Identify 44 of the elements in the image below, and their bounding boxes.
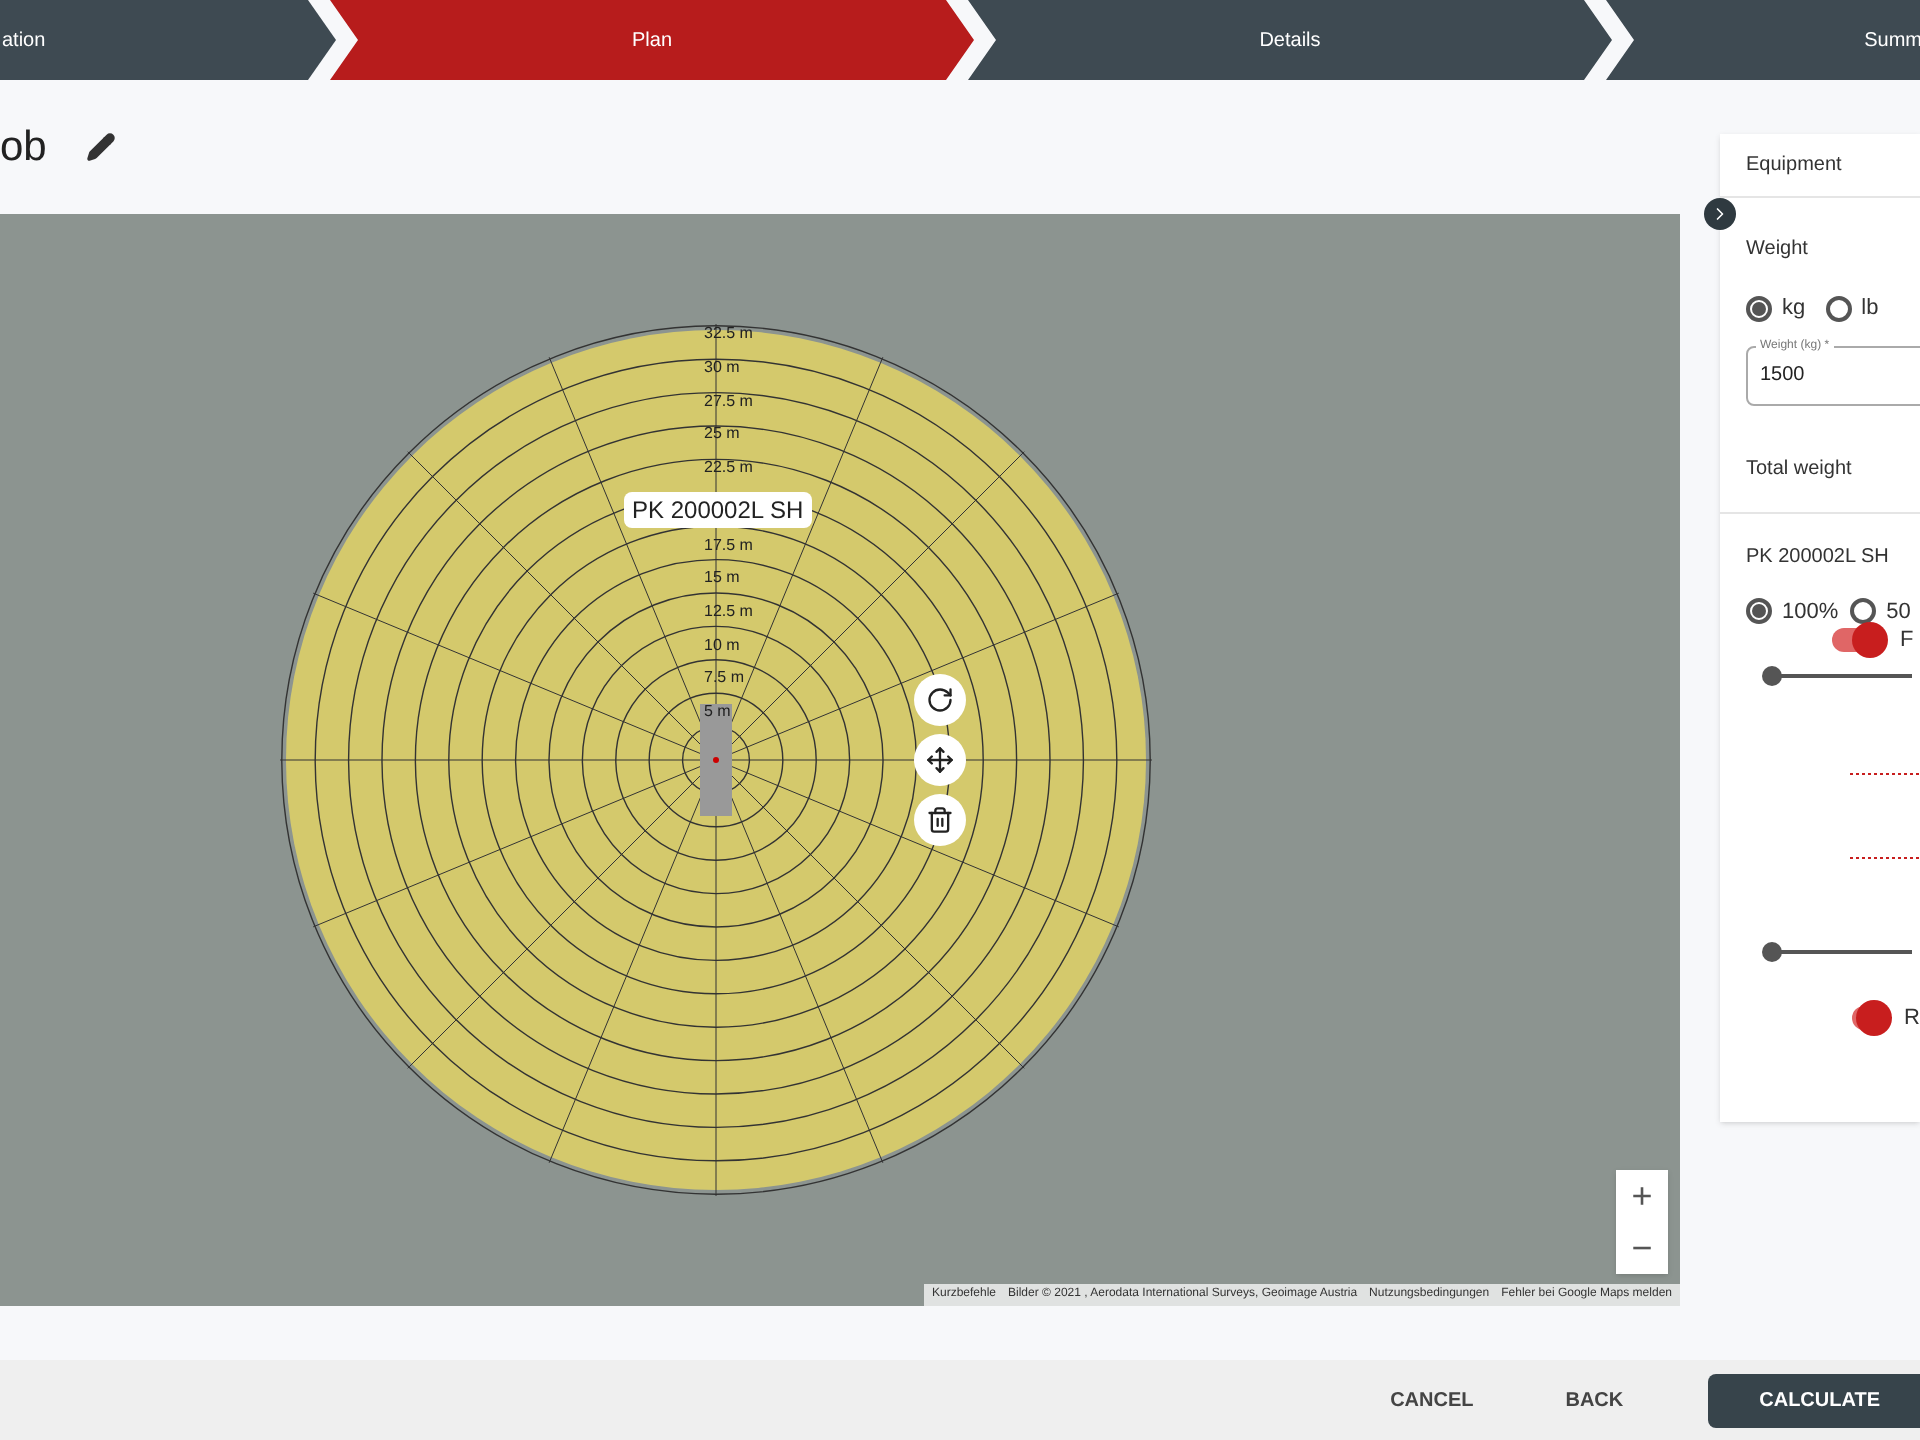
job-title: ob [0, 121, 47, 174]
distance-label: 17.5 m [704, 537, 753, 553]
distance-label: 10 m [704, 637, 740, 654]
total-weight-label: Total weight [1746, 455, 1854, 483]
radio-label: kg [1782, 294, 1806, 324]
slider-thumb[interactable] [1762, 665, 1782, 685]
distance-label: 32.5 m [704, 326, 753, 343]
move-icon [926, 746, 954, 774]
toggle-label: F [1900, 626, 1914, 656]
radio-label: 100% [1782, 597, 1839, 627]
distance-label: 12.5 m [704, 603, 753, 620]
step-tab[interactable]: Summ [1606, 0, 1920, 80]
distance-label: 30 m [704, 359, 740, 376]
radio-button[interactable] [1746, 598, 1772, 625]
zoom-out-button[interactable]: − [1616, 1222, 1668, 1274]
distance-label: 7.5 m [704, 670, 745, 687]
step-tab[interactable]: Details [968, 0, 1612, 80]
radio-label: 50 [1886, 597, 1911, 627]
calculate-button[interactable]: CALCULATE [1707, 1373, 1920, 1427]
footer-button[interactable]: BACK [1557, 1385, 1632, 1415]
step-tab[interactable]: ation [0, 0, 336, 80]
zoom-in-button[interactable]: + [1616, 1170, 1668, 1222]
slider-thumb[interactable] [1762, 941, 1782, 961]
toggle-switch[interactable] [1852, 1005, 1889, 1030]
toggle-label: R [1904, 1003, 1920, 1033]
crane-label: PK 200002L SH [624, 492, 812, 528]
crane-name: PK 200002L SH [1746, 543, 1891, 571]
toggle-switch[interactable] [1832, 628, 1884, 653]
radio-button[interactable] [1746, 295, 1772, 322]
step-tab[interactable]: Plan [330, 0, 974, 80]
distance-label: 15 m [704, 570, 740, 587]
edit-icon[interactable] [86, 132, 117, 162]
distance-label: 22.5 m [704, 460, 753, 476]
distance-label: 5 m [704, 704, 731, 720]
rotate-icon [926, 686, 954, 714]
section-title: Weight [1746, 236, 1810, 264]
radio-button[interactable] [1825, 295, 1852, 322]
trash-icon [926, 806, 954, 834]
distance-label: 25 m [704, 426, 740, 443]
footer-button[interactable]: CANCEL [1382, 1385, 1482, 1415]
radio-label: lb [1861, 294, 1879, 324]
panel-tab[interactable]: Equipment [1720, 134, 1920, 198]
expand-button[interactable] [1704, 198, 1736, 230]
distance-label: 27.5 m [704, 393, 753, 410]
